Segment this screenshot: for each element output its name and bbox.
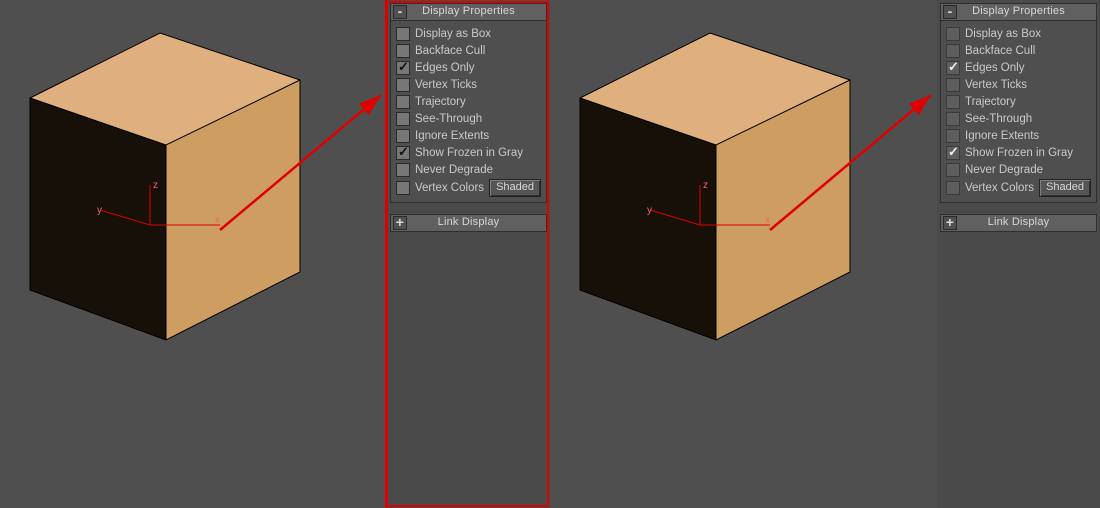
rollout-link-display: + Link Display [940,214,1097,232]
checkbox-never_degrade[interactable] [946,163,960,177]
rollout-title: Link Display [438,216,500,228]
rollout-header-display-properties[interactable]: - Display Properties [940,3,1097,21]
check-icon: ✓ [398,144,409,160]
option-display_as_box: Display as Box [396,25,541,42]
checkbox-show_frozen_gray[interactable]: ✓ [946,146,960,160]
option-vertex_colors: Vertex Colors Shaded [396,178,541,197]
option-see_through: See-Through [946,110,1091,127]
rollout-display-properties: - Display Properties Display as Box Backf… [940,3,1097,203]
checkbox-vertex_ticks[interactable] [396,78,410,92]
checkbox-display_as_box[interactable] [946,27,960,41]
option-label: Ignore Extents [415,130,489,142]
option-ignore_extents: Ignore Extents [396,127,541,144]
cube-render-right [550,0,937,508]
option-label: Edges Only [965,62,1024,74]
checkbox-trajectory[interactable] [396,95,410,109]
option-edges_only: ✓ Edges Only [946,59,1091,76]
option-label: Edges Only [415,62,474,74]
cube-render-left [0,0,387,508]
checkbox-backface_cull[interactable] [396,44,410,58]
option-label: Ignore Extents [965,130,1039,142]
option-label: Vertex Colors [415,182,484,194]
checkbox-vertex_ticks[interactable] [946,78,960,92]
checkbox-edges_only[interactable]: ✓ [396,61,410,75]
shaded-button[interactable]: Shaded [489,179,541,197]
rollout-body-display-properties: Display as Box Backface Cull ✓ Edges Only Ve… [390,21,547,203]
axis-z-label: z [703,180,708,191]
rollout-display-properties: - Display Properties Display as Box Backf… [390,3,547,203]
viewport-left[interactable]: x y z [0,0,387,508]
panel-column-left: - Display Properties Display as Box Backf… [385,0,550,508]
option-backface_cull: Backface Cull [946,42,1091,59]
option-label: See-Through [965,113,1032,125]
option-display_as_box: Display as Box [946,25,1091,42]
checkbox-see_through[interactable] [396,112,410,126]
shaded-button[interactable]: Shaded [1039,179,1091,197]
option-edges_only: ✓ Edges Only [396,59,541,76]
rollout-title: Display Properties [972,5,1065,17]
option-trajectory: Trajectory [396,93,541,110]
option-label: Show Frozen in Gray [415,147,523,159]
check-icon: ✓ [398,59,409,75]
option-label: Trajectory [965,96,1016,108]
rollout-header-display-properties[interactable]: - Display Properties [390,3,547,21]
option-see_through: See-Through [396,110,541,127]
option-label: Never Degrade [965,164,1043,176]
option-trajectory: Trajectory [946,93,1091,110]
checkbox-show_frozen_gray[interactable]: ✓ [396,146,410,160]
rollout-body-display-properties: Display as Box Backface Cull ✓ Edges Only Ve… [940,21,1097,203]
option-backface_cull: Backface Cull [396,42,541,59]
checkbox-ignore_extents[interactable] [396,129,410,143]
comparison-stage: x y z - Display Properties Display as Bo… [0,0,1100,508]
checkbox-trajectory[interactable] [946,95,960,109]
checkbox-vertex_colors[interactable] [946,181,960,195]
option-label: Vertex Ticks [965,79,1027,91]
option-vertex_colors: Vertex Colors Shaded [946,178,1091,197]
axis-z-label: z [153,180,158,191]
option-ignore_extents: Ignore Extents [946,127,1091,144]
option-vertex_ticks: Vertex Ticks [946,76,1091,93]
right-half: x y z - Display Properties Display as Bo… [550,0,1100,508]
option-label: Show Frozen in Gray [965,147,1073,159]
option-label: Trajectory [415,96,466,108]
axis-y-label: y [97,205,102,216]
checkbox-edges_only[interactable]: ✓ [946,61,960,75]
rollout-title: Display Properties [422,5,515,17]
rollout-title: Link Display [988,216,1050,228]
rollout-header-link-display[interactable]: + Link Display [940,214,1097,232]
option-never_degrade: Never Degrade [946,161,1091,178]
rollout-header-link-display[interactable]: + Link Display [390,214,547,232]
axis-x-label: x [765,215,770,226]
checkbox-display_as_box[interactable] [396,27,410,41]
option-label: Display as Box [415,28,491,40]
option-never_degrade: Never Degrade [396,161,541,178]
option-label: Backface Cull [415,45,485,57]
checkbox-backface_cull[interactable] [946,44,960,58]
rollout-toggle-icon[interactable]: + [393,216,407,230]
check-icon: ✓ [948,59,959,75]
viewport-right[interactable]: x y z [550,0,937,508]
checkbox-ignore_extents[interactable] [946,129,960,143]
checkbox-never_degrade[interactable] [396,163,410,177]
rollout-toggle-icon[interactable]: - [943,5,957,19]
rollout-toggle-icon[interactable]: - [393,5,407,19]
option-label: Vertex Colors [965,182,1034,194]
left-half: x y z - Display Properties Display as Bo… [0,0,550,508]
option-label: Backface Cull [965,45,1035,57]
checkbox-vertex_colors[interactable] [396,181,410,195]
axis-y-label: y [647,205,652,216]
option-show_frozen_gray: ✓ Show Frozen in Gray [946,144,1091,161]
option-vertex_ticks: Vertex Ticks [396,76,541,93]
option-label: See-Through [415,113,482,125]
option-label: Never Degrade [415,164,493,176]
rollout-toggle-icon[interactable]: + [943,216,957,230]
option-label: Vertex Ticks [415,79,477,91]
check-icon: ✓ [948,144,959,160]
option-show_frozen_gray: ✓ Show Frozen in Gray [396,144,541,161]
rollout-link-display: + Link Display [390,214,547,232]
axis-x-label: x [215,215,220,226]
option-label: Display as Box [965,28,1041,40]
checkbox-see_through[interactable] [946,112,960,126]
panel-column-right: - Display Properties Display as Box Backf… [937,0,1100,508]
